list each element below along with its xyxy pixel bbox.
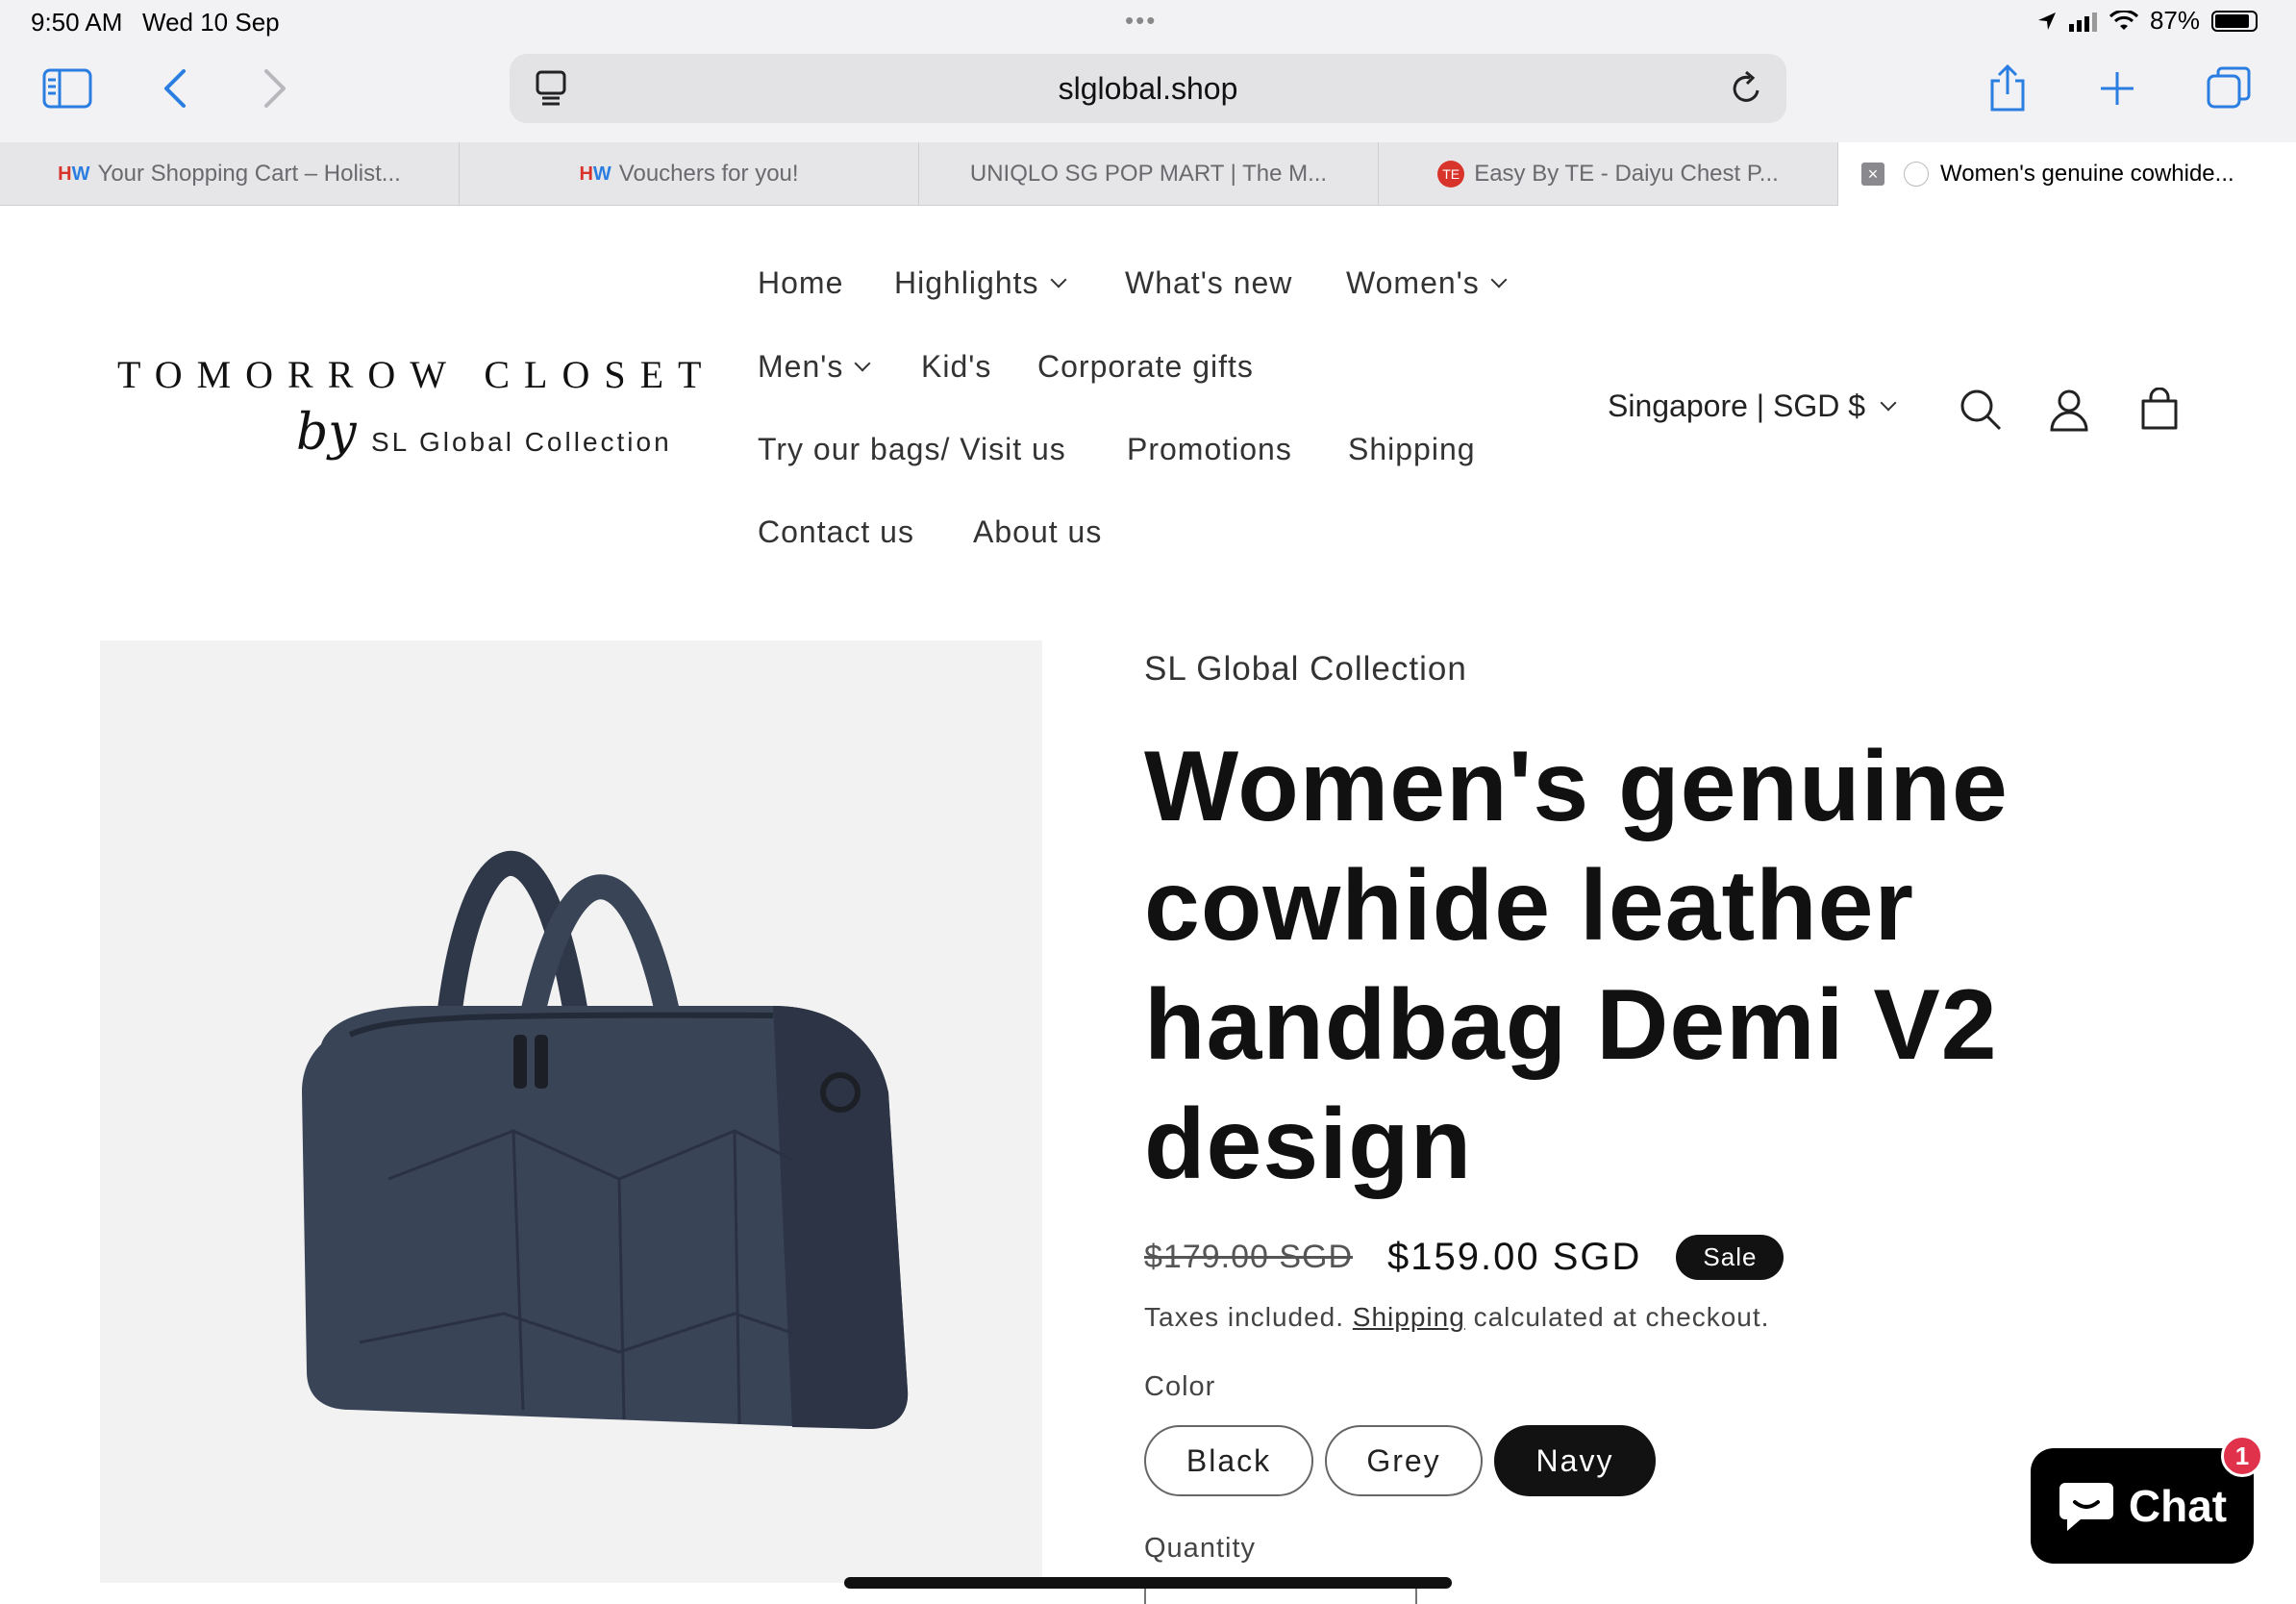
nav-highlights[interactable]: Highlights (894, 265, 1067, 301)
browser-chrome: 9:50 AM Wed 10 Sep ••• 87% slglobal.shop (0, 0, 2296, 142)
sale-price: $159.00 SGD (1387, 1236, 1642, 1278)
tab-bar: HW Your Shopping Cart – Holist... HW Vou… (0, 142, 2296, 206)
sidebar-toggle-icon[interactable] (38, 60, 96, 117)
product-image[interactable] (100, 640, 1042, 1583)
share-icon[interactable] (1979, 60, 2036, 117)
tab-shopping-cart[interactable]: HW Your Shopping Cart – Holist... (0, 142, 460, 206)
nav-contact[interactable]: Contact us (758, 514, 914, 550)
multitasking-dots-icon[interactable]: ••• (1125, 6, 1157, 36)
site-favicon-icon (1904, 162, 1929, 187)
product-vendor: SL Global Collection (1144, 650, 1467, 688)
tax-note: Taxes included. Shipping calculated at c… (1144, 1302, 1769, 1333)
color-options: Black Grey Navy (1144, 1425, 1656, 1496)
address-bar[interactable]: slglobal.shop (510, 54, 1786, 123)
tab-label: Women's genuine cowhide... (1940, 161, 2234, 187)
battery-percent: 87% (2149, 6, 2200, 35)
locale-label: Singapore | SGD $ (1608, 388, 1866, 423)
chevron-down-icon (1880, 394, 1897, 411)
nav-about[interactable]: About us (973, 514, 1102, 550)
chevron-down-icon (854, 355, 871, 371)
nav-try-bags[interactable]: Try our bags/ Visit us (758, 432, 1066, 467)
chat-button[interactable]: Chat (2031, 1448, 2254, 1564)
nav-kids[interactable]: Kid's (921, 349, 991, 385)
nav-corporate-gifts[interactable]: Corporate gifts (1037, 349, 1254, 385)
nav-home[interactable]: Home (758, 265, 843, 301)
account-icon[interactable] (2040, 381, 2098, 439)
tab-easy-by-te[interactable]: TE Easy By TE - Daiyu Chest P... (1379, 142, 1838, 206)
hw-favicon-icon: HW (58, 163, 90, 185)
regular-price: $179.00 SGD (1144, 1239, 1354, 1275)
tab-uniqlo[interactable]: UNIQLO SG POP MART | The M... (919, 142, 1379, 206)
tab-label: Easy By TE - Daiyu Chest P... (1474, 161, 1779, 187)
chat-bubble-icon (2059, 1483, 2113, 1531)
status-time: 9:50 AM (31, 8, 123, 37)
price-row: $179.00 SGD $159.00 SGD Sale (1144, 1235, 1784, 1280)
back-icon[interactable] (146, 60, 204, 117)
nav-shipping[interactable]: Shipping (1348, 432, 1476, 467)
battery-icon (2211, 10, 2258, 32)
cellular-icon (2068, 12, 2097, 32)
sale-badge: Sale (1676, 1235, 1784, 1280)
te-favicon-icon: TE (1437, 161, 1465, 188)
location-icon (2037, 12, 2056, 30)
logo-title: TOMORROW CLOSET (117, 353, 716, 396)
color-option-black[interactable]: Black (1144, 1425, 1313, 1496)
chat-label: Chat (2128, 1481, 2228, 1531)
color-option-grey[interactable]: Grey (1325, 1425, 1483, 1496)
url-text: slglobal.shop (1058, 71, 1238, 106)
tab-overview-icon[interactable] (2200, 60, 2258, 117)
nav-womens[interactable]: Women's (1346, 265, 1508, 301)
home-indicator[interactable] (844, 1577, 1452, 1589)
logo-subtitle: SL Global Collection (371, 427, 672, 457)
logo-by: by (296, 404, 357, 462)
handbag-image (302, 850, 909, 1429)
tax-note-prefix: Taxes included. (1144, 1302, 1345, 1332)
chevron-down-icon (1490, 271, 1508, 288)
status-date: Wed 10 Sep (142, 8, 280, 37)
reload-icon[interactable] (1729, 69, 1765, 113)
search-icon[interactable] (1952, 381, 2009, 439)
tab-label: UNIQLO SG POP MART | The M... (969, 161, 1328, 187)
tab-vouchers[interactable]: HW Vouchers for you! (460, 142, 919, 206)
nav-label: Men's (758, 349, 844, 384)
close-tab-icon[interactable]: × (1861, 163, 1884, 186)
tax-note-suffix: calculated at checkout. (1473, 1302, 1770, 1332)
nav-label: Highlights (894, 265, 1039, 300)
wifi-icon (2109, 10, 2138, 30)
forward-icon[interactable] (246, 60, 304, 117)
nav-mens[interactable]: Men's (758, 349, 871, 385)
color-label: Color (1144, 1371, 1216, 1402)
quantity-label: Quantity (1144, 1533, 1256, 1564)
hw-favicon-icon: HW (579, 163, 611, 185)
chat-unread-badge: 1 (2221, 1435, 2263, 1477)
cart-icon[interactable] (2131, 381, 2188, 439)
nav-label: Women's (1346, 265, 1480, 300)
shipping-policy-link[interactable]: Shipping (1353, 1302, 1465, 1332)
status-indicators: 87% (2036, 6, 2258, 36)
chevron-down-icon (1050, 271, 1067, 288)
product-title: Women's genuine cowhide leather handbag … (1144, 731, 2009, 1200)
tab-active-product[interactable]: × Women's genuine cowhide... (1838, 142, 2296, 206)
new-tab-icon[interactable] (2088, 60, 2146, 117)
tab-label: Vouchers for you! (618, 161, 799, 187)
nav-promotions[interactable]: Promotions (1127, 432, 1292, 467)
tab-label: Your Shopping Cart – Holist... (97, 161, 401, 187)
nav-whats-new[interactable]: What's new (1125, 265, 1292, 301)
locale-selector[interactable]: Singapore | SGD $ (1608, 388, 1897, 424)
color-option-navy[interactable]: Navy (1494, 1425, 1656, 1496)
